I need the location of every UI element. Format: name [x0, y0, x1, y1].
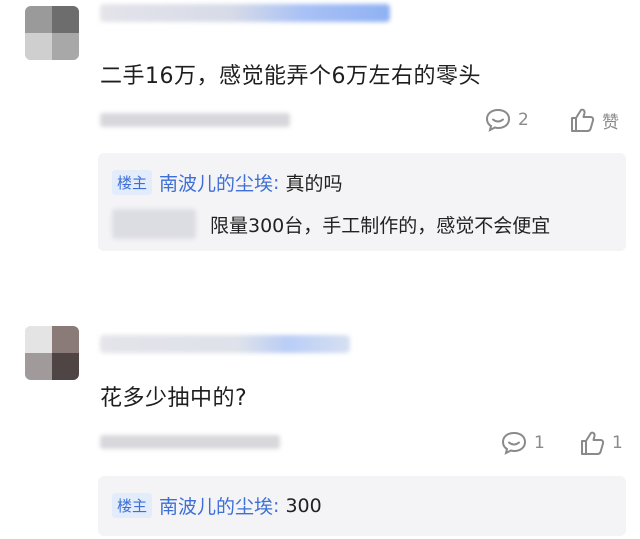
- reply-item[interactable]: 楼主 南波儿的尘埃 : 真的吗: [112, 169, 342, 196]
- username[interactable]: [100, 335, 350, 353]
- username[interactable]: [100, 4, 390, 22]
- reply-text: 真的吗: [285, 173, 343, 195]
- reply-text: 限量300台，手工制作的，感觉不会便宜: [210, 214, 551, 237]
- thumbs-up-icon: [571, 108, 595, 132]
- comment-text: 二手16万，感觉能弄个6万左右的零头: [100, 64, 481, 89]
- reply-author[interactable]: 南波儿的尘埃: [159, 169, 273, 196]
- comment-bubble-icon: [501, 431, 527, 455]
- reply-count: 1: [534, 433, 545, 453]
- reply-box: 楼主 南波儿的尘埃 : 300: [98, 476, 626, 536]
- comment-bubble-icon: [485, 108, 511, 132]
- thumbs-up-icon: [581, 431, 605, 455]
- reply-separator: :: [273, 494, 280, 517]
- avatar[interactable]: [25, 6, 79, 60]
- comment-meta: [100, 435, 280, 449]
- reply-button[interactable]: 1: [500, 430, 545, 456]
- reply-author-redacted: [112, 209, 196, 239]
- like-button[interactable]: 1: [578, 429, 623, 457]
- reply-text: 300: [285, 494, 322, 517]
- like-button[interactable]: 赞: [568, 106, 619, 134]
- op-badge: 楼主: [112, 170, 153, 195]
- comment-text: 花多少抽中的?: [100, 386, 248, 411]
- like-count: 1: [612, 433, 623, 453]
- reply-item[interactable]: 楼主 南波儿的尘埃 : 300: [112, 492, 322, 519]
- avatar[interactable]: [25, 326, 79, 380]
- reply-item[interactable]: 限量300台，手工制作的，感觉不会便宜: [112, 209, 550, 239]
- reply-box: 楼主 南波儿的尘埃 : 真的吗 限量300台，手工制作的，感觉不会便宜: [98, 153, 626, 251]
- op-badge: 楼主: [112, 493, 153, 518]
- like-label: 赞: [602, 112, 619, 133]
- comment-meta: [100, 113, 290, 127]
- reply-separator: :: [273, 171, 280, 194]
- reply-count: 2: [518, 110, 529, 130]
- reply-author[interactable]: 南波儿的尘埃: [159, 492, 273, 519]
- reply-button[interactable]: 2: [484, 107, 529, 133]
